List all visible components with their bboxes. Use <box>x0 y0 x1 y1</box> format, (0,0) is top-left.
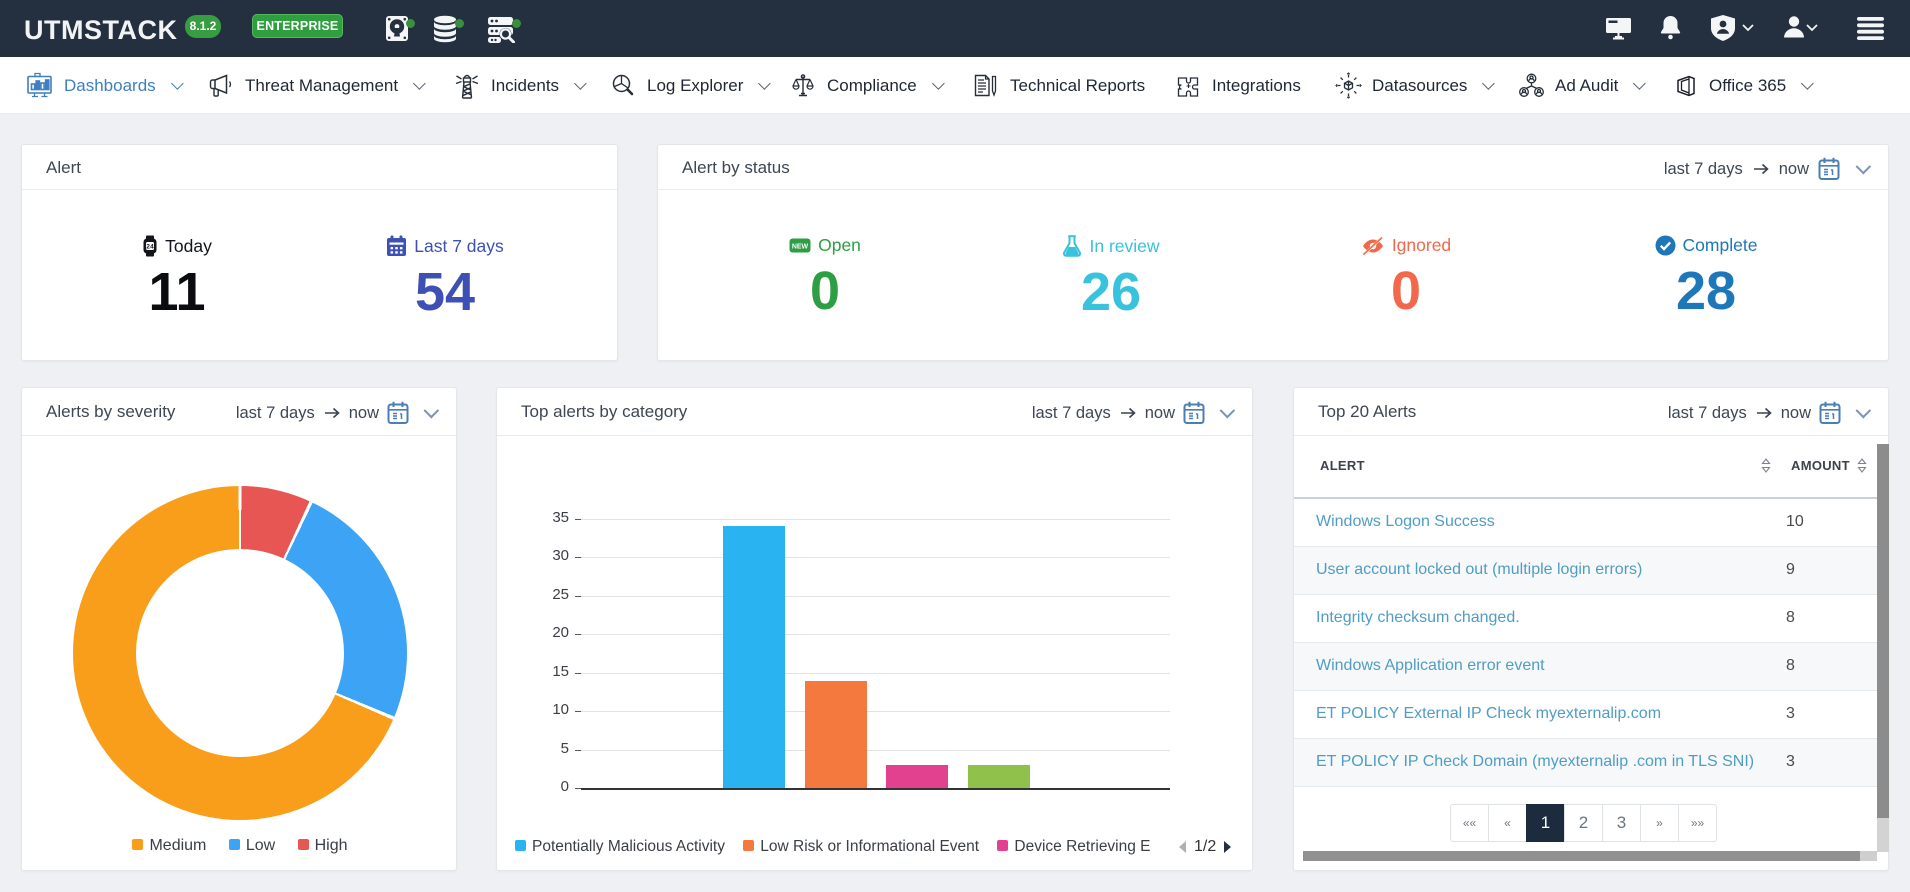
svg-text:24: 24 <box>146 244 154 251</box>
svg-text:NEW: NEW <box>792 244 809 251</box>
